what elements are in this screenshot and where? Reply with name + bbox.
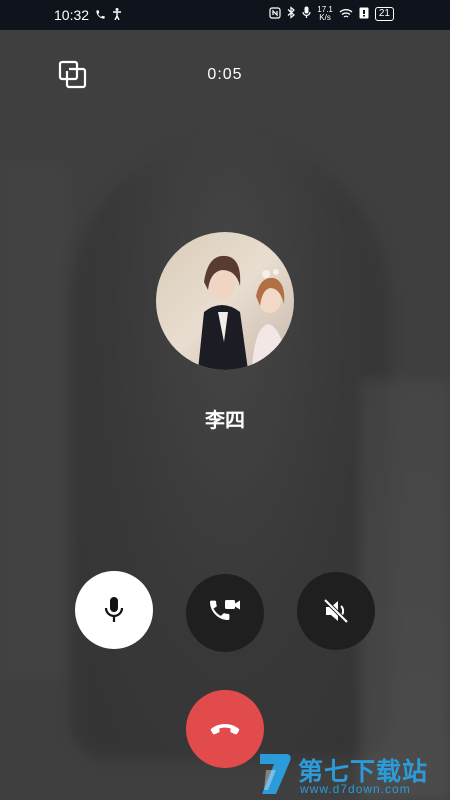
call-duration: 0:05: [207, 66, 243, 83]
speaker-muted-icon: [323, 598, 349, 624]
mic-status-icon: [302, 6, 311, 22]
switch-to-video-button[interactable]: [186, 574, 264, 652]
speaker-toggle-button[interactable]: [297, 572, 375, 650]
bluetooth-icon: [287, 6, 296, 22]
hang-up-icon: [210, 724, 240, 735]
call-screen: 10:32 17.1 K/s 21 0:05 李四 第七下载站 www.d7do…: [0, 0, 450, 800]
battery-indicator: 21: [374, 7, 394, 21]
caller-avatar: [156, 232, 294, 370]
watermark-url: www.d7down.com: [300, 782, 411, 796]
background-blur-right: [360, 380, 450, 800]
status-bar: 10:32 17.1 K/s 21: [0, 0, 450, 30]
d7down-logo-icon: [260, 754, 291, 794]
network-speed: 17.1 K/s: [317, 5, 333, 22]
nfc-icon: [269, 6, 281, 22]
caller-name: 李四: [205, 410, 245, 432]
end-call-button[interactable]: [186, 690, 264, 768]
phone-call-icon: [95, 8, 106, 23]
microphone-icon: [104, 597, 124, 622]
phone-video-switch-icon: [210, 600, 240, 620]
accessibility-icon: [112, 7, 122, 23]
wifi-icon: [339, 7, 353, 22]
watermark-logo: 第七下载站 www.d7down.com: [256, 748, 450, 800]
status-time: 10:32: [54, 7, 90, 23]
mute-microphone-button[interactable]: [75, 571, 153, 649]
signal-icon: [359, 7, 369, 22]
